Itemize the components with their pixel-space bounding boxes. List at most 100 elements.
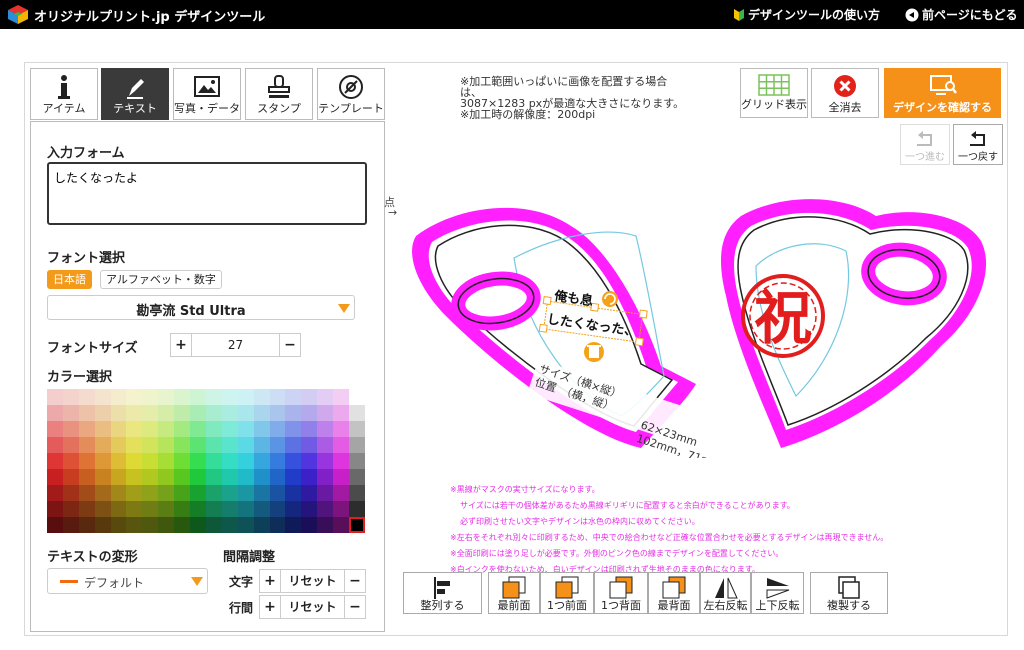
font-select[interactable]: 勘亭流 Std Ultra xyxy=(47,295,355,320)
color-swatch[interactable] xyxy=(110,469,127,485)
color-swatch[interactable] xyxy=(205,469,222,485)
undo-button[interactable]: 一つ戻す xyxy=(953,124,1003,165)
color-swatch[interactable] xyxy=(110,421,127,437)
color-swatch[interactable] xyxy=(142,389,159,405)
color-swatch[interactable] xyxy=(237,421,254,437)
color-swatch[interactable] xyxy=(333,453,350,469)
color-swatch[interactable] xyxy=(333,421,350,437)
guide-link[interactable]: デザインツールの使い方 xyxy=(733,6,880,23)
color-swatch[interactable] xyxy=(110,517,127,533)
color-swatch[interactable] xyxy=(94,405,111,421)
color-swatch[interactable] xyxy=(285,389,302,405)
color-swatch[interactable] xyxy=(174,453,191,469)
flip-horizontal-button[interactable]: 左右反転 xyxy=(700,572,751,614)
color-swatch[interactable] xyxy=(349,501,365,517)
color-swatch[interactable] xyxy=(174,389,191,405)
color-swatch[interactable] xyxy=(142,501,159,517)
color-swatch[interactable] xyxy=(158,421,175,437)
color-swatch[interactable] xyxy=(221,405,238,421)
color-swatch[interactable] xyxy=(333,437,350,453)
color-swatch[interactable] xyxy=(126,501,143,517)
color-swatch[interactable] xyxy=(110,405,127,421)
color-swatch[interactable] xyxy=(78,501,95,517)
color-swatch[interactable] xyxy=(174,501,191,517)
line-spacing-stepper[interactable]: + リセット − xyxy=(259,595,366,619)
color-swatch[interactable] xyxy=(94,517,111,533)
brand-title[interactable]: オリジナルプリント.jp デザインツール xyxy=(34,6,265,25)
color-swatch[interactable] xyxy=(333,389,350,405)
color-swatch[interactable] xyxy=(94,437,111,453)
color-swatch[interactable] xyxy=(269,421,286,437)
color-swatch[interactable] xyxy=(126,389,143,405)
color-swatch[interactable] xyxy=(78,485,95,501)
color-swatch[interactable] xyxy=(78,437,95,453)
color-swatch[interactable] xyxy=(47,437,63,453)
color-swatch[interactable] xyxy=(333,485,350,501)
redo-button[interactable]: 一つ進む xyxy=(900,124,950,165)
color-swatch[interactable] xyxy=(237,453,254,469)
tab-text[interactable]: テキスト xyxy=(101,68,169,120)
color-swatch[interactable] xyxy=(317,421,334,437)
color-swatch[interactable] xyxy=(333,469,350,485)
color-swatch[interactable] xyxy=(205,453,222,469)
color-swatch[interactable] xyxy=(349,517,365,533)
color-swatch[interactable] xyxy=(174,421,191,437)
color-swatch[interactable] xyxy=(285,501,302,517)
color-swatch[interactable] xyxy=(237,389,254,405)
tab-photo[interactable]: 写真・データ xyxy=(173,68,241,120)
color-swatch[interactable] xyxy=(221,437,238,453)
trash-icon[interactable] xyxy=(584,342,604,362)
char-spacing-stepper[interactable]: + リセット − xyxy=(259,569,366,593)
color-swatch[interactable] xyxy=(221,517,238,533)
color-swatch[interactable] xyxy=(62,485,79,501)
color-swatch[interactable] xyxy=(269,389,286,405)
color-swatch[interactable] xyxy=(62,453,79,469)
color-swatch[interactable] xyxy=(333,517,350,533)
color-swatch[interactable] xyxy=(301,389,318,405)
color-swatch[interactable] xyxy=(317,405,334,421)
color-swatch[interactable] xyxy=(190,405,206,421)
clear-all-button[interactable]: 全消去 xyxy=(811,68,879,118)
color-swatch[interactable] xyxy=(78,469,95,485)
color-swatch[interactable] xyxy=(94,453,111,469)
color-swatch[interactable] xyxy=(62,517,79,533)
color-swatch[interactable] xyxy=(285,437,302,453)
color-swatch[interactable] xyxy=(349,421,365,437)
color-swatch[interactable] xyxy=(285,421,302,437)
color-swatch[interactable] xyxy=(94,485,111,501)
color-swatch[interactable] xyxy=(174,485,191,501)
color-swatch[interactable] xyxy=(301,421,318,437)
color-swatch[interactable] xyxy=(317,389,334,405)
color-swatch[interactable] xyxy=(253,485,270,501)
color-swatch[interactable] xyxy=(142,405,159,421)
send-to-back-button[interactable]: 最背面 xyxy=(648,572,700,614)
color-swatch[interactable] xyxy=(94,469,111,485)
color-swatch[interactable] xyxy=(237,469,254,485)
duplicate-button[interactable]: 複製する xyxy=(810,572,888,614)
char-spacing-plus-button[interactable]: + xyxy=(260,570,280,592)
color-swatch[interactable] xyxy=(253,469,270,485)
color-swatch[interactable] xyxy=(47,501,63,517)
color-swatch[interactable] xyxy=(110,453,127,469)
color-swatch[interactable] xyxy=(47,405,63,421)
char-spacing-reset-button[interactable]: リセット xyxy=(280,570,345,592)
color-palette[interactable] xyxy=(47,389,365,533)
color-swatch[interactable] xyxy=(174,405,191,421)
color-swatch[interactable] xyxy=(126,485,143,501)
color-swatch[interactable] xyxy=(158,517,175,533)
color-swatch[interactable] xyxy=(190,517,206,533)
color-swatch[interactable] xyxy=(317,485,334,501)
color-swatch[interactable] xyxy=(62,501,79,517)
color-swatch[interactable] xyxy=(205,517,222,533)
color-swatch[interactable] xyxy=(333,501,350,517)
color-swatch[interactable] xyxy=(317,517,334,533)
color-swatch[interactable] xyxy=(110,437,127,453)
char-spacing-minus-button[interactable]: − xyxy=(345,570,365,592)
color-swatch[interactable] xyxy=(285,405,302,421)
color-swatch[interactable] xyxy=(62,437,79,453)
color-swatch[interactable] xyxy=(253,437,270,453)
font-size-value[interactable]: 27 xyxy=(191,334,280,356)
color-swatch[interactable] xyxy=(237,517,254,533)
color-swatch[interactable] xyxy=(269,501,286,517)
color-swatch[interactable] xyxy=(221,469,238,485)
